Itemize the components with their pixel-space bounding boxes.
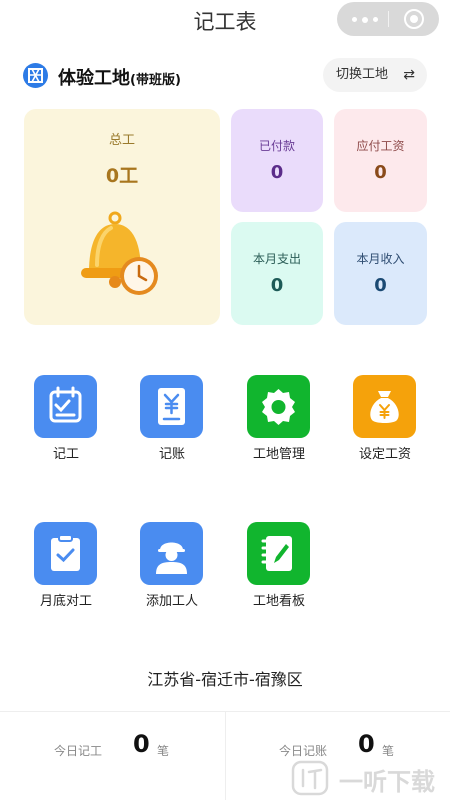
switch-site-button[interactable]: 切换工地 ⇄ <box>323 58 427 92</box>
watermark-logo-icon <box>291 760 329 796</box>
bell-clock-icon <box>81 211 158 295</box>
notebook-pen-icon <box>247 522 310 585</box>
add-worker-label: 添加工人 <box>145 594 198 609</box>
mini-program-capsule <box>337 2 439 36</box>
set-wage-label: 设定工资 <box>358 447 411 462</box>
today-account-value: 0 <box>358 730 375 758</box>
paid-value: 0 <box>270 162 284 183</box>
set-wage-button[interactable]: 设定工资 <box>340 375 430 475</box>
site-tag: (带班版) <box>130 73 181 88</box>
site-management-label: 工地管理 <box>252 447 305 462</box>
location-text: 江苏省-宿迁市-宿豫区 <box>147 670 303 689</box>
nav-bar: 记工表 <box>0 0 450 40</box>
month-income-label: 本月收入 <box>356 252 405 266</box>
paid-card[interactable]: 已付款 0 <box>231 109 323 212</box>
month-expense-card[interactable]: 本月支出 0 <box>231 222 323 325</box>
capsule-divider <box>388 11 389 27</box>
site-logo-icon <box>23 63 48 88</box>
add-worker-button[interactable]: 添加工人 <box>127 522 217 622</box>
site-board-button[interactable]: 工地看板 <box>234 522 324 622</box>
site-header: 体验工地(带班版) 切换工地 ⇄ <box>0 58 450 94</box>
wage-due-card[interactable]: 应付工资 0 <box>334 109 427 212</box>
wage-due-label: 应付工资 <box>356 139 405 153</box>
swap-icon: ⇄ <box>403 67 415 83</box>
paid-label: 已付款 <box>258 139 295 153</box>
total-work-label: 总工 <box>108 133 135 148</box>
switch-site-label: 切换工地 <box>336 67 389 82</box>
today-work-value: 0 <box>133 730 150 758</box>
site-board-label: 工地看板 <box>252 594 305 609</box>
today-work-unit: 笔 <box>157 744 170 758</box>
stats-divider <box>225 712 226 800</box>
bookkeeping-label: 记账 <box>158 447 185 462</box>
money-bag-icon <box>353 375 416 438</box>
record-work-button[interactable]: 记工 <box>21 375 111 475</box>
month-income-value: 0 <box>374 275 387 296</box>
month-expense-value: 0 <box>270 275 284 296</box>
record-work-label: 记工 <box>52 447 79 462</box>
total-work-value: 0工 <box>105 165 139 187</box>
worker-icon <box>140 522 203 585</box>
month-income-card[interactable]: 本月收入 0 <box>334 222 427 325</box>
month-expense-label: 本月支出 <box>252 252 301 266</box>
month-end-check-label: 月底对工 <box>39 594 92 609</box>
close-miniprogram-icon[interactable] <box>404 9 424 29</box>
bookkeeping-button[interactable]: 记账 <box>127 375 217 475</box>
clipboard-check-icon <box>34 522 97 585</box>
today-work-label: 今日记工 <box>54 744 103 758</box>
calendar-check-icon <box>34 375 97 438</box>
watermark-text: 一听下载 <box>339 768 435 796</box>
wage-due-value: 0 <box>374 162 387 183</box>
site-management-button[interactable]: 工地管理 <box>234 375 324 475</box>
more-icon[interactable] <box>352 16 378 23</box>
gear-icon <box>247 375 310 438</box>
month-end-check-button[interactable]: 月底对工 <box>21 522 111 622</box>
watermark: 一听下载 <box>289 756 449 800</box>
site-name: 体验工地(带班版) <box>58 68 181 89</box>
yuan-receipt-icon <box>140 375 203 438</box>
